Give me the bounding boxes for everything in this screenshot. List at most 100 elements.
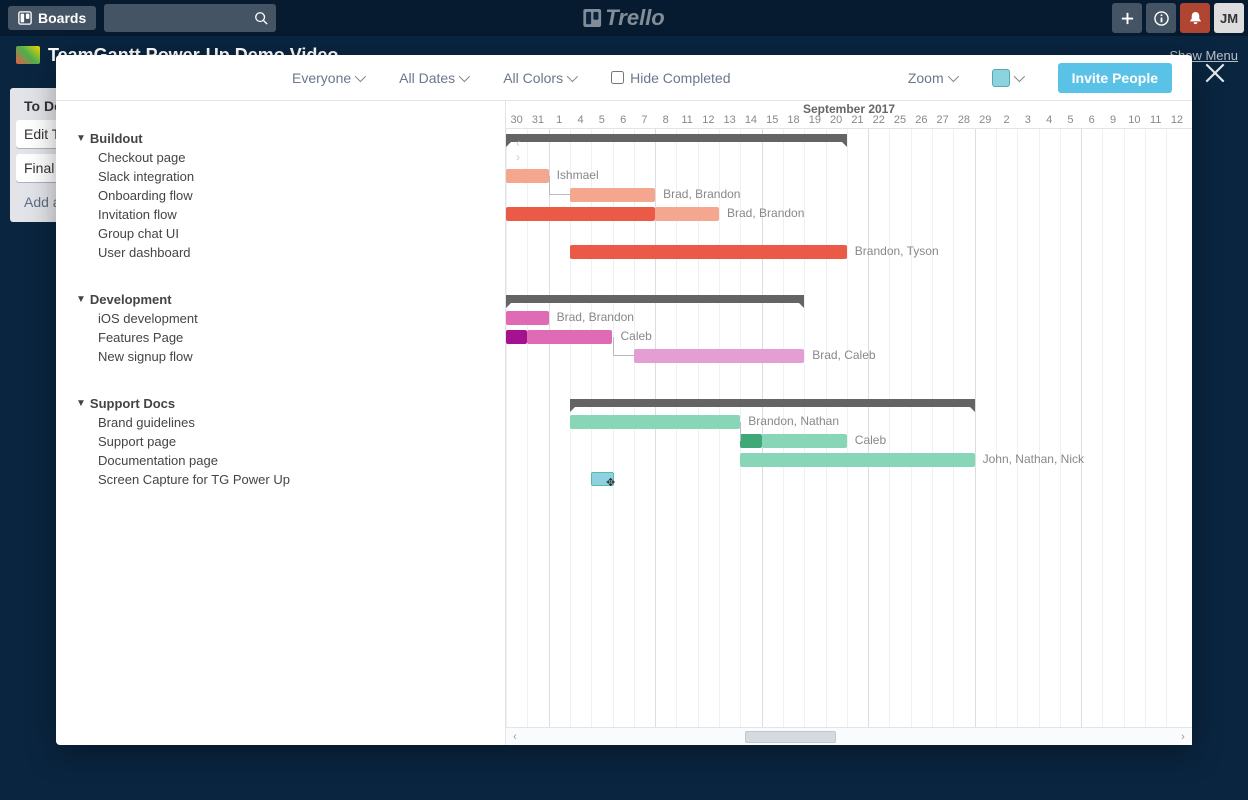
gantt-toolbar: Everyone All Dates All Colors Hide Compl…: [56, 55, 1192, 101]
timeline-header: September 2017 3031145678111213141518192…: [506, 101, 1192, 129]
day-header: 18: [783, 114, 804, 126]
day-header: 28: [953, 114, 974, 126]
summary-bar[interactable]: [506, 295, 804, 303]
info-icon: [1154, 11, 1169, 26]
day-header: 9: [1102, 114, 1123, 126]
filter-dates[interactable]: All Dates: [399, 70, 467, 86]
gantt-bar[interactable]: [506, 311, 549, 325]
day-header: 6: [1081, 114, 1102, 126]
group-header[interactable]: ▼Buildout: [56, 129, 505, 148]
new-bar-drag-handle[interactable]: [591, 472, 614, 486]
day-header: 25: [889, 114, 910, 126]
gantt-bar[interactable]: [740, 434, 761, 448]
day-header: 15: [762, 114, 783, 126]
day-header: 11: [676, 114, 697, 126]
collapse-icon: ▼: [76, 398, 86, 409]
gantt-bar[interactable]: [655, 207, 719, 221]
assignee-label: Brad, Brandon: [663, 187, 740, 201]
zoom-color-swatch[interactable]: [992, 69, 1022, 87]
task-row[interactable]: Onboarding flow: [56, 186, 505, 205]
day-header: 4: [570, 114, 591, 126]
user-avatar[interactable]: JM: [1214, 3, 1244, 33]
filter-colors[interactable]: All Colors: [503, 70, 575, 86]
day-header: 7: [634, 114, 655, 126]
day-header: 3: [1017, 114, 1038, 126]
trello-logo-icon: [583, 9, 601, 27]
close-icon: [1202, 60, 1228, 86]
notifications-button[interactable]: [1180, 3, 1210, 33]
gantt-bar[interactable]: [506, 169, 549, 183]
task-row[interactable]: Brand guidelines: [56, 413, 505, 432]
invite-people-button[interactable]: Invite People: [1058, 63, 1172, 93]
day-header: 21: [847, 114, 868, 126]
assignee-label: Brad, Brandon: [727, 206, 804, 220]
assignee-label: Brad, Brandon: [557, 310, 634, 324]
task-row[interactable]: Documentation page: [56, 451, 505, 470]
dependency-connector: [740, 422, 741, 441]
gantt-bar[interactable]: [506, 207, 655, 221]
task-row[interactable]: User dashboard: [56, 243, 505, 262]
zoom-control[interactable]: Zoom: [908, 70, 956, 86]
day-header: 12: [698, 114, 719, 126]
day-header: 10: [1124, 114, 1145, 126]
day-header: 30: [506, 114, 527, 126]
nav-prev-arrow[interactable]: ‹: [516, 136, 520, 150]
summary-bar[interactable]: [570, 399, 975, 407]
day-header: 12: [1166, 114, 1187, 126]
task-row[interactable]: New signup flow: [56, 347, 505, 366]
day-header: 4: [1039, 114, 1060, 126]
assignee-label: Brandon, Tyson: [855, 244, 939, 258]
task-row[interactable]: Features Page: [56, 328, 505, 347]
gantt-modal: Everyone All Dates All Colors Hide Compl…: [56, 55, 1192, 745]
group-header[interactable]: ▼Development: [56, 290, 505, 309]
day-header: 20: [826, 114, 847, 126]
day-header: 5: [1060, 114, 1081, 126]
task-row[interactable]: Support page: [56, 432, 505, 451]
boards-label: Boards: [38, 10, 86, 26]
scroll-right-arrow[interactable]: ›: [1174, 731, 1192, 743]
task-row[interactable]: Screen Capture for TG Power Up: [56, 470, 505, 489]
dependency-connector: [549, 176, 570, 195]
gantt-bar[interactable]: [634, 349, 804, 363]
add-button[interactable]: [1112, 3, 1142, 33]
gantt-bar[interactable]: [570, 415, 740, 429]
search-icon: [254, 11, 268, 25]
scroll-thumb[interactable]: [745, 731, 836, 743]
gantt-bar[interactable]: [570, 245, 847, 259]
gantt-bar[interactable]: [570, 188, 655, 202]
trello-top-bar: Boards Trello JM: [0, 0, 1248, 36]
gantt-bar[interactable]: [506, 330, 527, 344]
day-header: 1: [549, 114, 570, 126]
day-header: 26: [911, 114, 932, 126]
info-button[interactable]: [1146, 3, 1176, 33]
close-modal-button[interactable]: [1202, 60, 1228, 91]
boards-button[interactable]: Boards: [8, 6, 96, 30]
day-header: 5: [591, 114, 612, 126]
assignee-label: Caleb: [855, 433, 886, 447]
boards-icon: [18, 11, 32, 25]
nav-next-arrow[interactable]: ›: [516, 150, 520, 164]
task-row[interactable]: Slack integration: [56, 167, 505, 186]
task-row[interactable]: iOS development: [56, 309, 505, 328]
group-header[interactable]: ▼Support Docs: [56, 394, 505, 413]
task-row[interactable]: Invitation flow: [56, 205, 505, 224]
scroll-left-arrow[interactable]: ‹: [506, 731, 524, 743]
day-header: 8: [655, 114, 676, 126]
gantt-chart[interactable]: September 2017 3031145678111213141518192…: [506, 101, 1192, 745]
task-row[interactable]: Checkout page: [56, 148, 505, 167]
task-row[interactable]: Group chat UI: [56, 224, 505, 243]
day-header: 19: [804, 114, 825, 126]
summary-bar[interactable]: [506, 134, 847, 142]
day-header: 6: [613, 114, 634, 126]
bell-icon: [1188, 11, 1203, 26]
gantt-bar[interactable]: [527, 330, 612, 344]
trello-logo[interactable]: Trello: [583, 5, 665, 31]
hide-completed-checkbox[interactable]: Hide Completed: [611, 70, 730, 86]
gantt-bar[interactable]: [740, 453, 974, 467]
horizontal-scrollbar[interactable]: ‹ ›: [506, 727, 1192, 745]
day-header: 2: [996, 114, 1017, 126]
gantt-bar[interactable]: [762, 434, 847, 448]
search-input[interactable]: [104, 4, 276, 32]
chevron-down-icon: [355, 70, 366, 81]
filter-everyone[interactable]: Everyone: [292, 70, 363, 86]
